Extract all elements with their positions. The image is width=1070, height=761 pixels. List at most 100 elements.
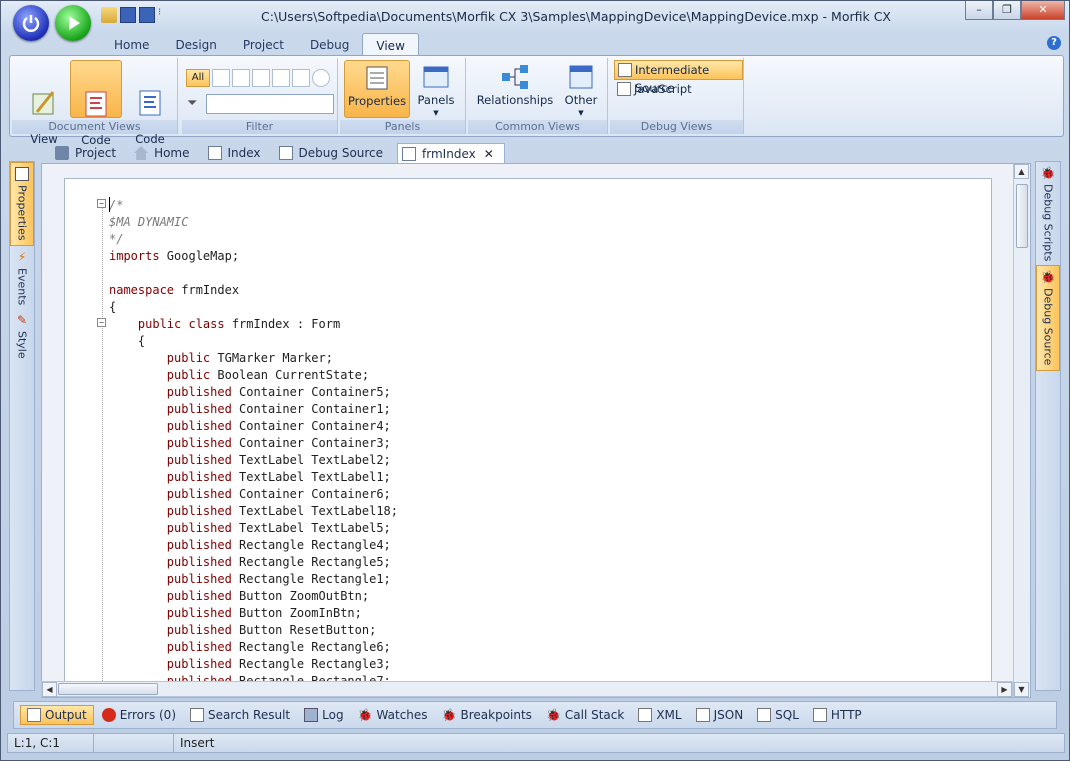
properties-button[interactable]: Properties <box>344 60 410 118</box>
cursor-position: L:1, C:1 <box>8 734 94 752</box>
ribbon-tab-home[interactable]: Home <box>101 33 162 56</box>
output-tab-output[interactable]: Output <box>20 705 94 725</box>
code-token: /* <box>109 198 124 212</box>
horizontal-scroll-thumb[interactable] <box>58 683 158 695</box>
minimize-button[interactable]: – <box>965 1 993 20</box>
horizontal-scrollbar[interactable]: ◀ ▶ <box>41 681 1013 697</box>
output-tab-log[interactable]: Log <box>298 706 349 724</box>
error-icon <box>101 708 116 722</box>
panel-tab-style[interactable]: ✎ Style <box>10 309 34 363</box>
scroll-left-arrow-icon[interactable]: ◀ <box>42 682 57 697</box>
scroll-right-arrow-icon[interactable]: ▶ <box>997 682 1012 697</box>
save-all-icon[interactable] <box>139 7 155 23</box>
output-tab-call-stack[interactable]: 🐞 Call Stack <box>540 706 630 724</box>
output-tab-search-result[interactable]: Search Result <box>184 706 296 724</box>
window-controls: – ❐ ✕ <box>965 1 1065 20</box>
code-token: Container Container4; <box>231 419 391 433</box>
filter-report-icon[interactable] <box>232 69 250 87</box>
document-tabs: Project Home Index Debug Source frmIndex… <box>51 143 509 163</box>
ribbon-tab-view[interactable]: View <box>362 33 419 56</box>
panel-tab-debug-source[interactable]: 🐞 Debug Source <box>1036 265 1060 371</box>
ribbon-tab-debug[interactable]: Debug <box>297 33 362 56</box>
panel-tab-events[interactable]: ⚡ Events <box>10 246 34 309</box>
other-button[interactable]: Other ▼ <box>558 60 604 118</box>
filter-table-icon[interactable] <box>252 69 270 87</box>
http-icon <box>812 708 827 722</box>
close-tab-icon[interactable]: ✕ <box>484 147 494 161</box>
filter-module-icon[interactable] <box>292 69 310 87</box>
panel-tab-properties[interactable]: Properties <box>10 162 34 246</box>
filter-all-button[interactable]: All <box>186 69 210 87</box>
doc-tab-home[interactable]: Home <box>130 143 199 163</box>
code-line: published TextLabel TextLabel2; <box>109 452 398 469</box>
code-token: Rectangle Rectangle1; <box>231 572 391 586</box>
output-tab-sql[interactable]: SQL <box>751 706 805 724</box>
fold-toggle-icon[interactable]: − <box>97 318 106 327</box>
fold-toggle-icon[interactable]: − <box>97 199 106 208</box>
vertical-scroll-thumb[interactable] <box>1016 184 1028 248</box>
vertical-scrollbar[interactable]: ▲ ▼ <box>1013 164 1030 697</box>
browser-code-button[interactable]: Browser Code <box>70 60 122 147</box>
save-icon[interactable] <box>120 7 136 23</box>
help-icon[interactable]: ? <box>1047 36 1061 50</box>
code-token: published <box>166 555 232 569</box>
maximize-button[interactable]: ❐ <box>993 1 1021 20</box>
panel-tab-debug-scripts[interactable]: 🐞 Debug Scripts <box>1036 162 1060 265</box>
relationships-button[interactable]: Relationships <box>474 60 556 118</box>
doc-tab-frmindex[interactable]: frmIndex ✕ <box>397 143 505 163</box>
customize-qat-icon[interactable]: ⁝ <box>158 7 166 23</box>
code-line: published Rectangle Rectangle4; <box>109 537 398 554</box>
design-view-button[interactable]: Design View <box>18 60 70 146</box>
project-icon <box>55 146 69 160</box>
close-button[interactable]: ✕ <box>1021 1 1065 20</box>
filter-query-icon[interactable] <box>272 69 290 87</box>
code-line: published Rectangle Rectangle6; <box>109 639 398 656</box>
text-caret <box>109 197 110 212</box>
debug-source-icon <box>278 146 293 160</box>
code-line: published Container Container4; <box>109 418 398 435</box>
code-editor[interactable]: − − /* $MA DYNAMIC */ imports GoogleMap; nam… <box>64 178 992 684</box>
doc-tab-debug-source[interactable]: Debug Source <box>275 143 394 163</box>
panels-button[interactable]: Panels ▼ <box>412 60 460 118</box>
sql-icon <box>757 708 772 722</box>
ribbon-tab-design[interactable]: Design <box>162 33 229 56</box>
output-tab-xml[interactable]: XML <box>632 706 687 724</box>
doc-tab-index[interactable]: Index <box>204 143 271 163</box>
code-line: published TextLabel TextLabel18; <box>109 503 398 520</box>
code-token: published <box>166 504 232 518</box>
code-token: { <box>109 334 146 348</box>
scroll-up-arrow-icon[interactable]: ▲ <box>1014 164 1029 179</box>
scroll-down-arrow-icon[interactable]: ▼ <box>1014 682 1029 697</box>
javascript-button[interactable]: JavaScript <box>614 80 696 100</box>
code-token: TextLabel TextLabel5; <box>231 521 391 535</box>
open-folder-icon[interactable] <box>101 7 117 23</box>
code-token: namespace <box>109 283 175 297</box>
code-token: published <box>166 385 232 399</box>
code-token: published <box>166 623 232 637</box>
output-tab-errors[interactable]: Errors (0) <box>96 706 182 724</box>
ribbon-tab-project[interactable]: Project <box>230 33 297 56</box>
filter-settings-icon[interactable] <box>312 69 330 87</box>
code-token: published <box>166 640 232 654</box>
run-orb-button[interactable] <box>55 5 91 41</box>
output-tab-breakpoints[interactable]: 🐞 Breakpoints <box>436 706 538 724</box>
code-line: public class frmIndex : Form <box>109 316 398 333</box>
doc-tab-project[interactable]: Project <box>51 143 126 163</box>
output-tab-http[interactable]: HTTP <box>807 706 868 724</box>
code-line: published Button ResetButton; <box>109 622 398 639</box>
filter-input[interactable] <box>206 94 334 114</box>
output-tab-json[interactable]: JSON <box>690 706 750 724</box>
funnel-icon: ⏷ <box>187 96 198 111</box>
filter-form-icon[interactable] <box>212 69 230 87</box>
page-icon <box>207 146 222 160</box>
server-code-button[interactable]: Server Code <box>124 60 176 146</box>
power-orb-button[interactable] <box>13 5 49 41</box>
code-token: published <box>166 436 232 450</box>
intermediate-source-button[interactable]: Intermediate Source <box>614 60 743 95</box>
code-token: Rectangle Rectangle6; <box>231 640 391 654</box>
filter-buttons: All <box>186 69 330 87</box>
output-tab-watches[interactable]: 🐞 Watches <box>352 706 434 724</box>
code-token: published <box>166 606 232 620</box>
